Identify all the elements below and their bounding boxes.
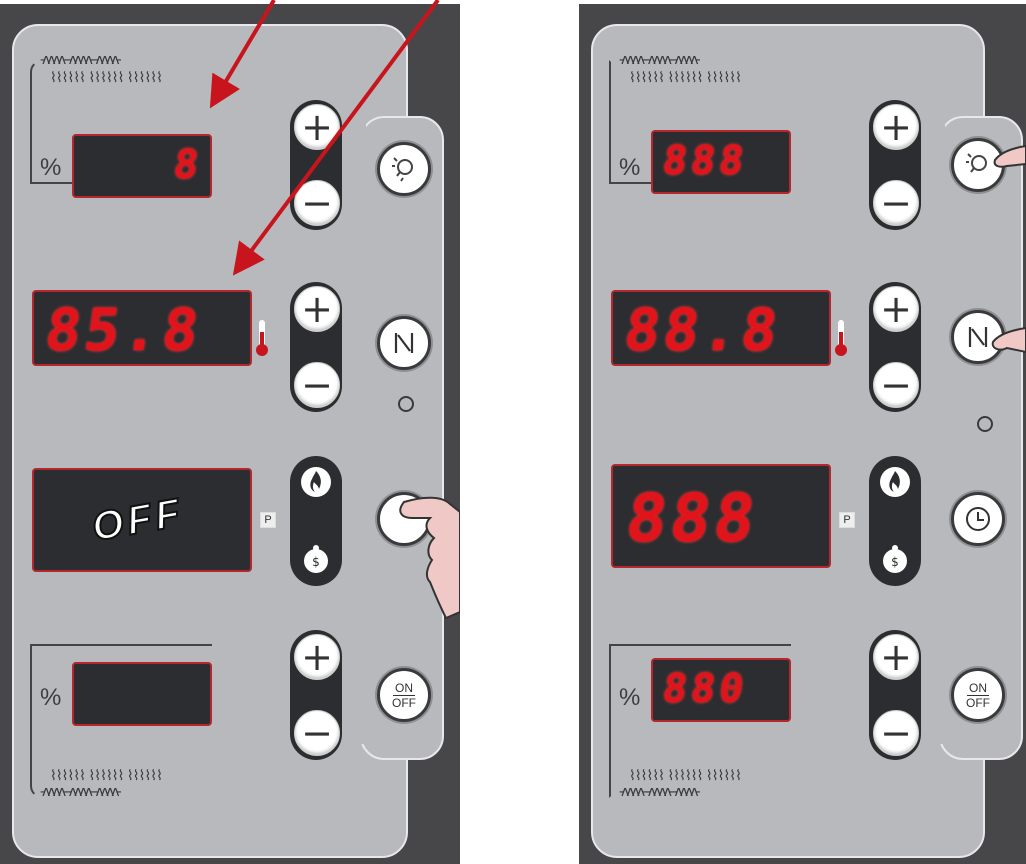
flame-button[interactable] (294, 460, 338, 504)
on-off-button[interactable]: ON OFF (951, 668, 1005, 722)
heater-coil-icon: ⌇⌇⌇⌇⌇⌇ ⌇⌇⌇⌇⌇⌇ ⌇⌇⌇⌇⌇⌇ (629, 70, 742, 86)
temp-adjust-group: + − (290, 282, 342, 412)
minus-button[interactable]: − (873, 710, 919, 756)
pointing-hand-icon (399, 496, 460, 620)
finger-tip-icon (991, 326, 1026, 354)
indicator-led (977, 416, 993, 432)
top-adjust-group: + − (869, 100, 921, 230)
timer-button[interactable] (951, 492, 1005, 546)
on-off-button[interactable]: ON OFF (377, 668, 431, 722)
program-icon: P (260, 512, 276, 528)
display-digits: 888 (621, 480, 764, 557)
eco-button[interactable]: $ (873, 538, 917, 582)
plus-button[interactable]: + (873, 104, 919, 150)
mode-group: $ (290, 456, 342, 586)
minus-button[interactable]: − (294, 362, 340, 408)
temperature-display: 88.8 (611, 290, 831, 366)
power-display-bottom: 880 (651, 658, 791, 722)
percent-label: % (619, 154, 641, 181)
heater-coil-icon: ⌇⌇⌇⌇⌇⌇ ⌇⌇⌇⌇⌇⌇ ⌇⌇⌇⌇⌇⌇ (629, 768, 742, 784)
fan-button[interactable] (377, 316, 431, 370)
plus-button[interactable]: + (873, 286, 919, 332)
plus-button[interactable]: + (294, 634, 340, 680)
minus-button[interactable]: − (873, 180, 919, 226)
display-digits: 880 (659, 666, 751, 712)
plus-button[interactable]: + (294, 286, 340, 332)
red-arrows (209, 0, 440, 276)
indicator-led (398, 396, 414, 412)
thermometer-icon (835, 320, 847, 356)
off-text: OFF (88, 489, 188, 550)
fan-icon (394, 333, 414, 353)
heater-coil-icon: ⌇⌇⌇⌇⌇⌇ ⌇⌇⌇⌇⌇⌇ ⌇⌇⌇⌇⌇⌇ (50, 768, 163, 784)
temp-adjust-group: + − (869, 282, 921, 412)
piggy-bank-icon: $ (883, 545, 907, 573)
heater-wave-icon: -ʌʌʌʌ- -ʌʌʌʌ- -ʌʌʌʌ- (619, 52, 701, 68)
program-icon: P (839, 512, 855, 528)
display-digits: 88.8 (620, 296, 786, 364)
arrow-to-temp-display (232, 0, 440, 276)
mode-group: $ (869, 456, 921, 586)
piggy-bank-icon: $ (304, 545, 328, 573)
heater-wave-icon: -ʌʌʌʌ- -ʌʌʌʌ- -ʌʌʌʌ- (619, 784, 701, 800)
mode-display: 888 (611, 464, 831, 568)
temperature-display: 85.8 (32, 290, 252, 366)
plus-button[interactable]: + (873, 634, 919, 680)
flame-button[interactable] (873, 460, 917, 504)
svg-text:$: $ (312, 555, 320, 569)
side-button-rail (939, 116, 1023, 760)
right-control-panel: -ʌʌʌʌ- -ʌʌʌʌ- -ʌʌʌʌ- ⌇⌇⌇⌇⌇⌇ ⌇⌇⌇⌇⌇⌇ ⌇⌇⌇⌇⌇… (579, 4, 1026, 864)
bottom-adjust-group: + − (290, 630, 342, 760)
heater-wave-icon: -ʌʌʌʌ- -ʌʌʌʌ- -ʌʌʌʌ- (40, 784, 122, 800)
thermometer-icon (256, 320, 268, 356)
percent-label: % (619, 684, 641, 711)
display-digits: 85.8 (41, 296, 207, 364)
mode-display: OFF (32, 468, 252, 572)
percent-label: % (40, 684, 62, 711)
power-display-bottom (72, 662, 212, 726)
svg-text:$: $ (891, 555, 899, 569)
arrow-to-top-display (209, 0, 276, 109)
flame-icon (301, 467, 331, 497)
eco-button[interactable]: $ (294, 538, 338, 582)
clock-icon (966, 507, 990, 531)
minus-button[interactable]: − (294, 710, 340, 756)
display-digits: 888 (659, 138, 751, 184)
power-display-top: 888 (651, 130, 791, 194)
flame-icon (880, 467, 910, 497)
bottom-adjust-group: + − (869, 630, 921, 760)
finger-tip-icon (993, 144, 1026, 168)
minus-button[interactable]: − (873, 362, 919, 408)
